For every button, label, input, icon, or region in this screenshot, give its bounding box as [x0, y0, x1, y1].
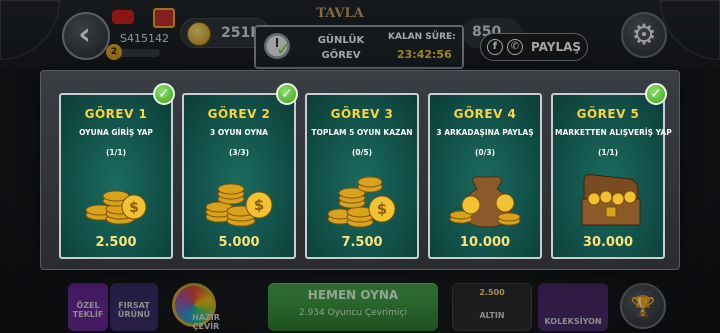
svg-text:$: $: [129, 200, 139, 216]
task-title: GÖREV 4: [453, 107, 517, 121]
task-title: GÖREV 5: [576, 107, 640, 121]
check-icon: ✓: [276, 83, 298, 105]
task-reward: 30.000: [582, 235, 634, 250]
task-progress: (1/1): [105, 148, 127, 157]
coin-stack-large-icon: $: [327, 176, 396, 228]
task-description: OYUNA GİRİŞ YAP: [79, 128, 153, 137]
treasure-chest-icon: [581, 174, 641, 226]
task-description: 3 ARKADAŞINA PAYLAŞ: [436, 128, 534, 137]
task-card-3[interactable]: GÖREV 3 TOPLAM 5 OYUN KAZAN (0/5) $ 7.50…: [305, 93, 419, 259]
task-card-2[interactable]: ✓ GÖREV 2 3 OYUN OYNA (3/3) $ 5.000: [182, 83, 298, 259]
check-icon: ✓: [645, 83, 667, 105]
task-progress: (0/3): [474, 148, 496, 157]
task-card-5[interactable]: ✓ GÖREV 5 MARKETTEN ALIŞVERİŞ YAP (1/1) …: [551, 83, 672, 259]
task-reward: 5.000: [218, 235, 260, 250]
money-bag-icon: [449, 176, 521, 228]
task-title: GÖREV 3: [330, 107, 394, 121]
task-card-1[interactable]: ✓ GÖREV 1 OYUNA GİRİŞ YAP (1/1) $ 2.500: [59, 83, 175, 259]
task-reward: 10.000: [459, 235, 511, 250]
task-title: GÖREV 2: [207, 107, 271, 121]
task-reward: 7.500: [341, 235, 383, 250]
task-progress: (3/3): [228, 148, 250, 157]
task-description: MARKETTEN ALIŞVERİŞ YAP: [555, 128, 672, 137]
task-reward: 2.500: [95, 235, 137, 250]
daily-tasks-modal: ✓ GÖREV 1 OYUNA GİRİŞ YAP (1/1) $ 2.500 …: [40, 70, 680, 270]
task-title: GÖREV 1: [84, 107, 148, 121]
task-description: TOPLAM 5 OYUN KAZAN: [311, 128, 413, 137]
coin-stack-small-icon: $: [85, 190, 147, 225]
svg-text:$: $: [377, 200, 387, 218]
task-description: 3 OYUN OYNA: [210, 128, 268, 137]
check-icon: ✓: [153, 83, 175, 105]
task-progress: (1/1): [597, 148, 619, 157]
coin-stack-medium-icon: $: [205, 183, 273, 227]
task-progress: (0/5): [351, 148, 373, 157]
svg-text:$: $: [254, 196, 264, 214]
task-card-4[interactable]: GÖREV 4 3 ARKADAŞINA PAYLAŞ (0/3) 10.000: [428, 93, 542, 259]
